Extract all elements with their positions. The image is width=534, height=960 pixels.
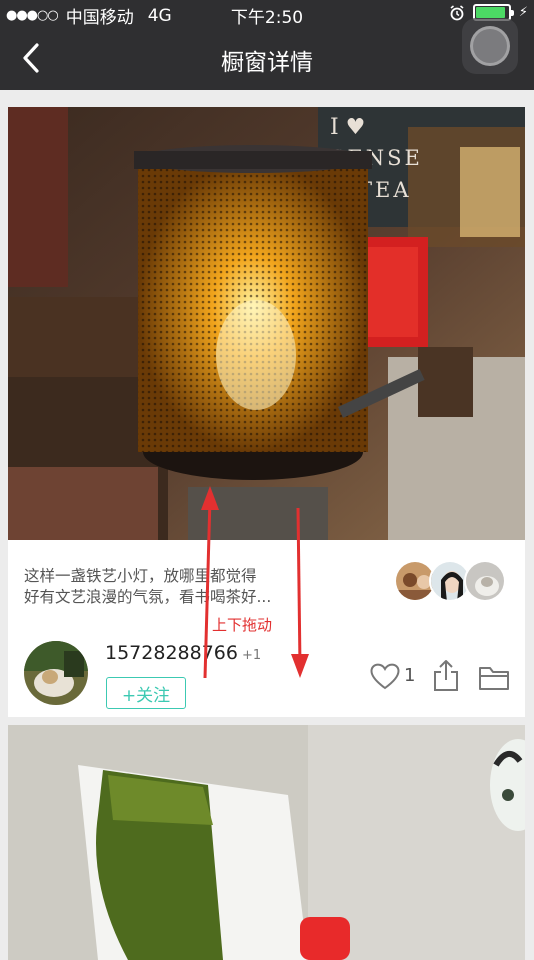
alarm-icon <box>450 4 464 20</box>
assistive-touch-button[interactable] <box>462 18 518 74</box>
follow-button[interactable]: +关注 <box>106 677 186 709</box>
liker-avatar[interactable] <box>464 560 506 602</box>
heart-icon[interactable] <box>370 663 400 691</box>
folder-icon[interactable] <box>478 663 510 691</box>
description-line-1: 这样一盏铁艺小灯，放哪里都觉得 <box>24 567 257 585</box>
status-bar: ●●●○○ 中国移动 4G 下午2:50 ⚡ <box>0 0 534 28</box>
drag-label: 上下拖动 <box>212 616 273 634</box>
post-photo[interactable]: I ♥ SENSE TEA <box>8 107 525 540</box>
post-description: 这样一盏铁艺小灯，放哪里都觉得 好有文艺浪漫的气氛，看书喝茶好... <box>24 566 308 608</box>
next-post-photo <box>8 725 525 960</box>
author-name-text: 15728288766 <box>105 642 238 664</box>
battery-fill <box>475 7 505 18</box>
share-icon[interactable] <box>432 658 460 692</box>
description-line-2: 好有文艺浪漫的气氛，看书喝茶好... <box>24 588 272 606</box>
page-title: 橱窗详情 <box>221 50 313 76</box>
like-count: 1 <box>404 665 416 686</box>
author-name[interactable]: 15728288766 +1 <box>105 642 261 664</box>
next-post-card[interactable] <box>8 725 525 960</box>
assistive-touch-icon <box>470 26 510 66</box>
liker-avatars[interactable] <box>394 560 506 604</box>
lightning-bolt-icon: ⚡ <box>518 5 528 20</box>
sign-text-1: I ♥ <box>330 115 365 140</box>
author-badge: +1 <box>241 648 262 663</box>
nav-bar: 橱窗详情 <box>0 26 534 90</box>
author-avatar[interactable] <box>24 641 88 705</box>
